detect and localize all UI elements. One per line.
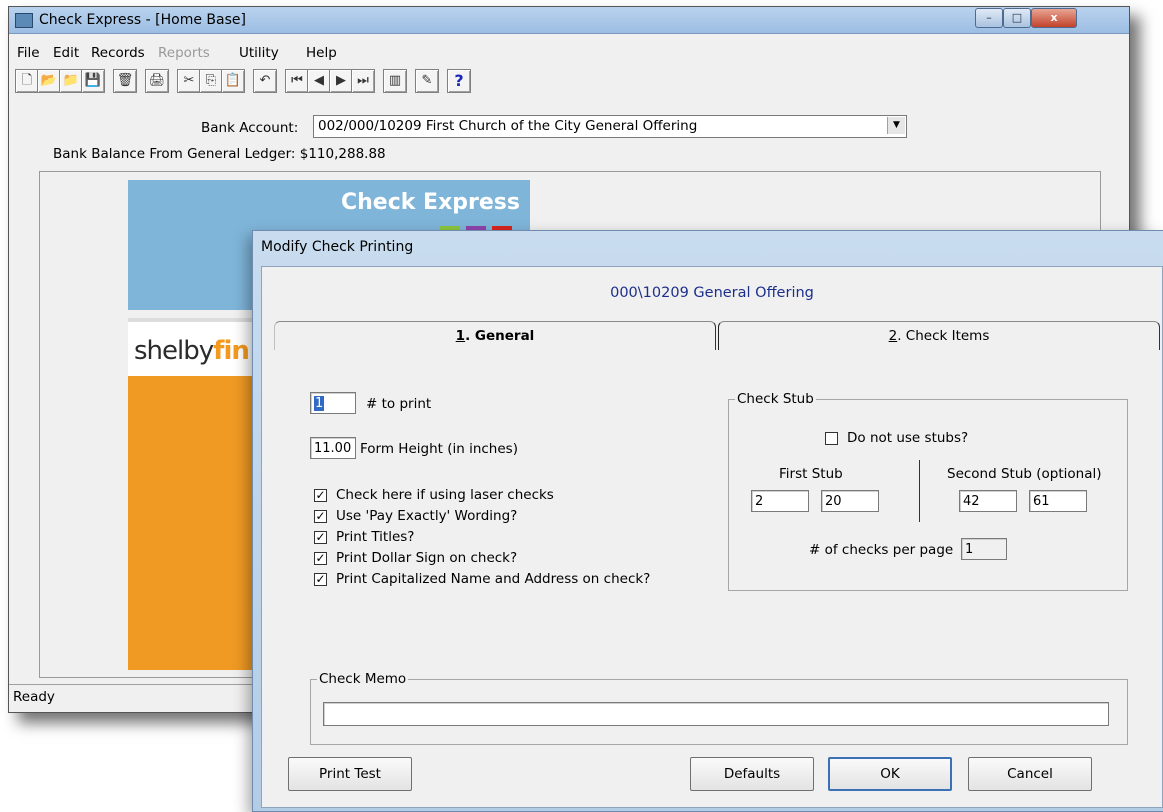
first-stub-end-input[interactable]: 20 [821, 490, 879, 512]
tab-general[interactable]: 1. General [274, 321, 716, 350]
check-stub-group: Check Stub Do not use stubs? First Stub … [728, 391, 1128, 591]
check-stub-legend: Check Stub [735, 391, 816, 407]
first-stub-start-input[interactable]: 2 [751, 490, 809, 512]
menu-help[interactable]: Help [306, 45, 337, 61]
menu-reports[interactable]: Reports [158, 45, 210, 61]
print-icon[interactable]: 🖨 [145, 69, 169, 93]
delete-icon[interactable]: 🗑 [113, 69, 137, 93]
pay-exactly-label: Use 'Pay Exactly' Wording? [336, 508, 518, 524]
open-icon[interactable]: 📂 [37, 69, 61, 93]
first-stub-label: First Stub [779, 466, 843, 482]
bank-account-select[interactable]: 002/000/10209 First Church of the City G… [313, 115, 907, 138]
cut-icon[interactable]: ✂ [177, 69, 201, 93]
save-icon[interactable]: 💾 [81, 69, 105, 93]
dropdown-arrow-icon[interactable]: ▼ [887, 117, 905, 134]
chart-icon[interactable]: ▥ [383, 69, 407, 93]
next-record-icon[interactable]: ▶ [329, 69, 353, 93]
tab-check-items[interactable]: 2. Check Items [718, 321, 1160, 350]
copy-icon[interactable]: ⎘ [199, 69, 223, 93]
paste-icon[interactable]: 📋 [221, 69, 245, 93]
capitalized-name-checkbox[interactable]: ✓ [314, 573, 327, 586]
previous-record-icon[interactable]: ◀ [307, 69, 331, 93]
print-test-button[interactable]: Print Test [288, 757, 412, 791]
capitalized-name-label: Print Capitalized Name and Address on ch… [336, 571, 651, 587]
close-button[interactable]: x [1031, 8, 1077, 28]
to-print-input[interactable]: 1 [310, 392, 356, 414]
second-stub-start-input[interactable]: 42 [959, 490, 1017, 512]
maximize-button[interactable]: □ [1003, 8, 1031, 28]
modify-check-printing-dialog: Modify Check Printing 000\10209 General … [252, 230, 1163, 812]
second-stub-end-input[interactable]: 61 [1029, 490, 1087, 512]
menu-utility[interactable]: Utility [239, 45, 279, 61]
form-height-label: Form Height (in inches) [360, 441, 518, 457]
form-height-input[interactable]: 11.00 [310, 437, 356, 459]
print-titles-checkbox[interactable]: ✓ [314, 531, 327, 544]
bank-account-value: 002/000/10209 First Church of the City G… [318, 118, 698, 134]
second-stub-label: Second Stub (optional) [947, 466, 1102, 482]
open-folder-icon[interactable]: 📁 [59, 69, 83, 93]
status-text: Ready [13, 689, 55, 705]
bank-balance-label: Bank Balance From General Ledger: $110,2… [53, 146, 386, 162]
menu-edit[interactable]: Edit [53, 45, 79, 61]
no-stubs-checkbox[interactable] [825, 432, 838, 445]
no-stubs-label: Do not use stubs? [847, 430, 969, 446]
menu-file[interactable]: File [17, 45, 40, 61]
checks-per-page-label: # of checks per page [809, 542, 954, 558]
check-memo-legend: Check Memo [317, 671, 409, 687]
pay-exactly-checkbox[interactable]: ✓ [314, 510, 327, 523]
splash-title: Check Express [341, 190, 520, 215]
tab-strip: 1. General 2. Check Items [274, 321, 1160, 351]
check-memo-group: Check Memo [310, 671, 1128, 745]
laser-checks-label: Check here if using laser checks [336, 487, 554, 503]
cancel-button[interactable]: Cancel [968, 757, 1092, 791]
bank-account-label: Bank Account: [201, 120, 299, 136]
dialog-body: 000\10209 General Offering 1. General 2.… [261, 266, 1163, 808]
menu-records[interactable]: Records [91, 45, 145, 61]
help-icon[interactable]: ? [447, 69, 471, 93]
dollar-sign-checkbox[interactable]: ✓ [314, 552, 327, 565]
to-print-label: # to print [366, 396, 432, 412]
main-window-title: Check Express - [Home Base] [39, 12, 246, 28]
dollar-sign-label: Print Dollar Sign on check? [336, 550, 518, 566]
undo-icon[interactable]: ↶ [253, 69, 277, 93]
menu-bar: File Edit Records Reports Utility Help [9, 43, 1129, 63]
laser-checks-checkbox[interactable]: ✓ [314, 489, 327, 502]
last-record-icon[interactable]: ⏭ [351, 69, 375, 93]
first-record-icon[interactable]: ⏮ [285, 69, 309, 93]
checks-per-page-field: 1 [961, 538, 1007, 560]
minimize-button[interactable]: – [975, 8, 1003, 28]
stub-divider [919, 460, 920, 522]
main-title-bar: Check Express - [Home Base] – □ x [9, 7, 1129, 34]
dialog-title: Modify Check Printing [261, 239, 414, 255]
defaults-button[interactable]: Defaults [690, 757, 814, 791]
shelby-logo: shelbyfin [134, 336, 250, 366]
print-titles-label: Print Titles? [336, 529, 415, 545]
edit-image-icon[interactable]: ✎ [415, 69, 439, 93]
new-icon[interactable]: 🗋 [15, 69, 39, 93]
dialog-heading: 000\10209 General Offering [610, 285, 814, 301]
toolbar: 🗋 📂 📁 💾 🗑 🖨 ✂ ⎘ 📋 ↶ ⏮ ◀ ▶ ⏭ ▥ ✎ ? [15, 69, 715, 95]
check-memo-input[interactable] [323, 702, 1109, 726]
app-icon [15, 13, 33, 28]
ok-button[interactable]: OK [828, 757, 952, 791]
